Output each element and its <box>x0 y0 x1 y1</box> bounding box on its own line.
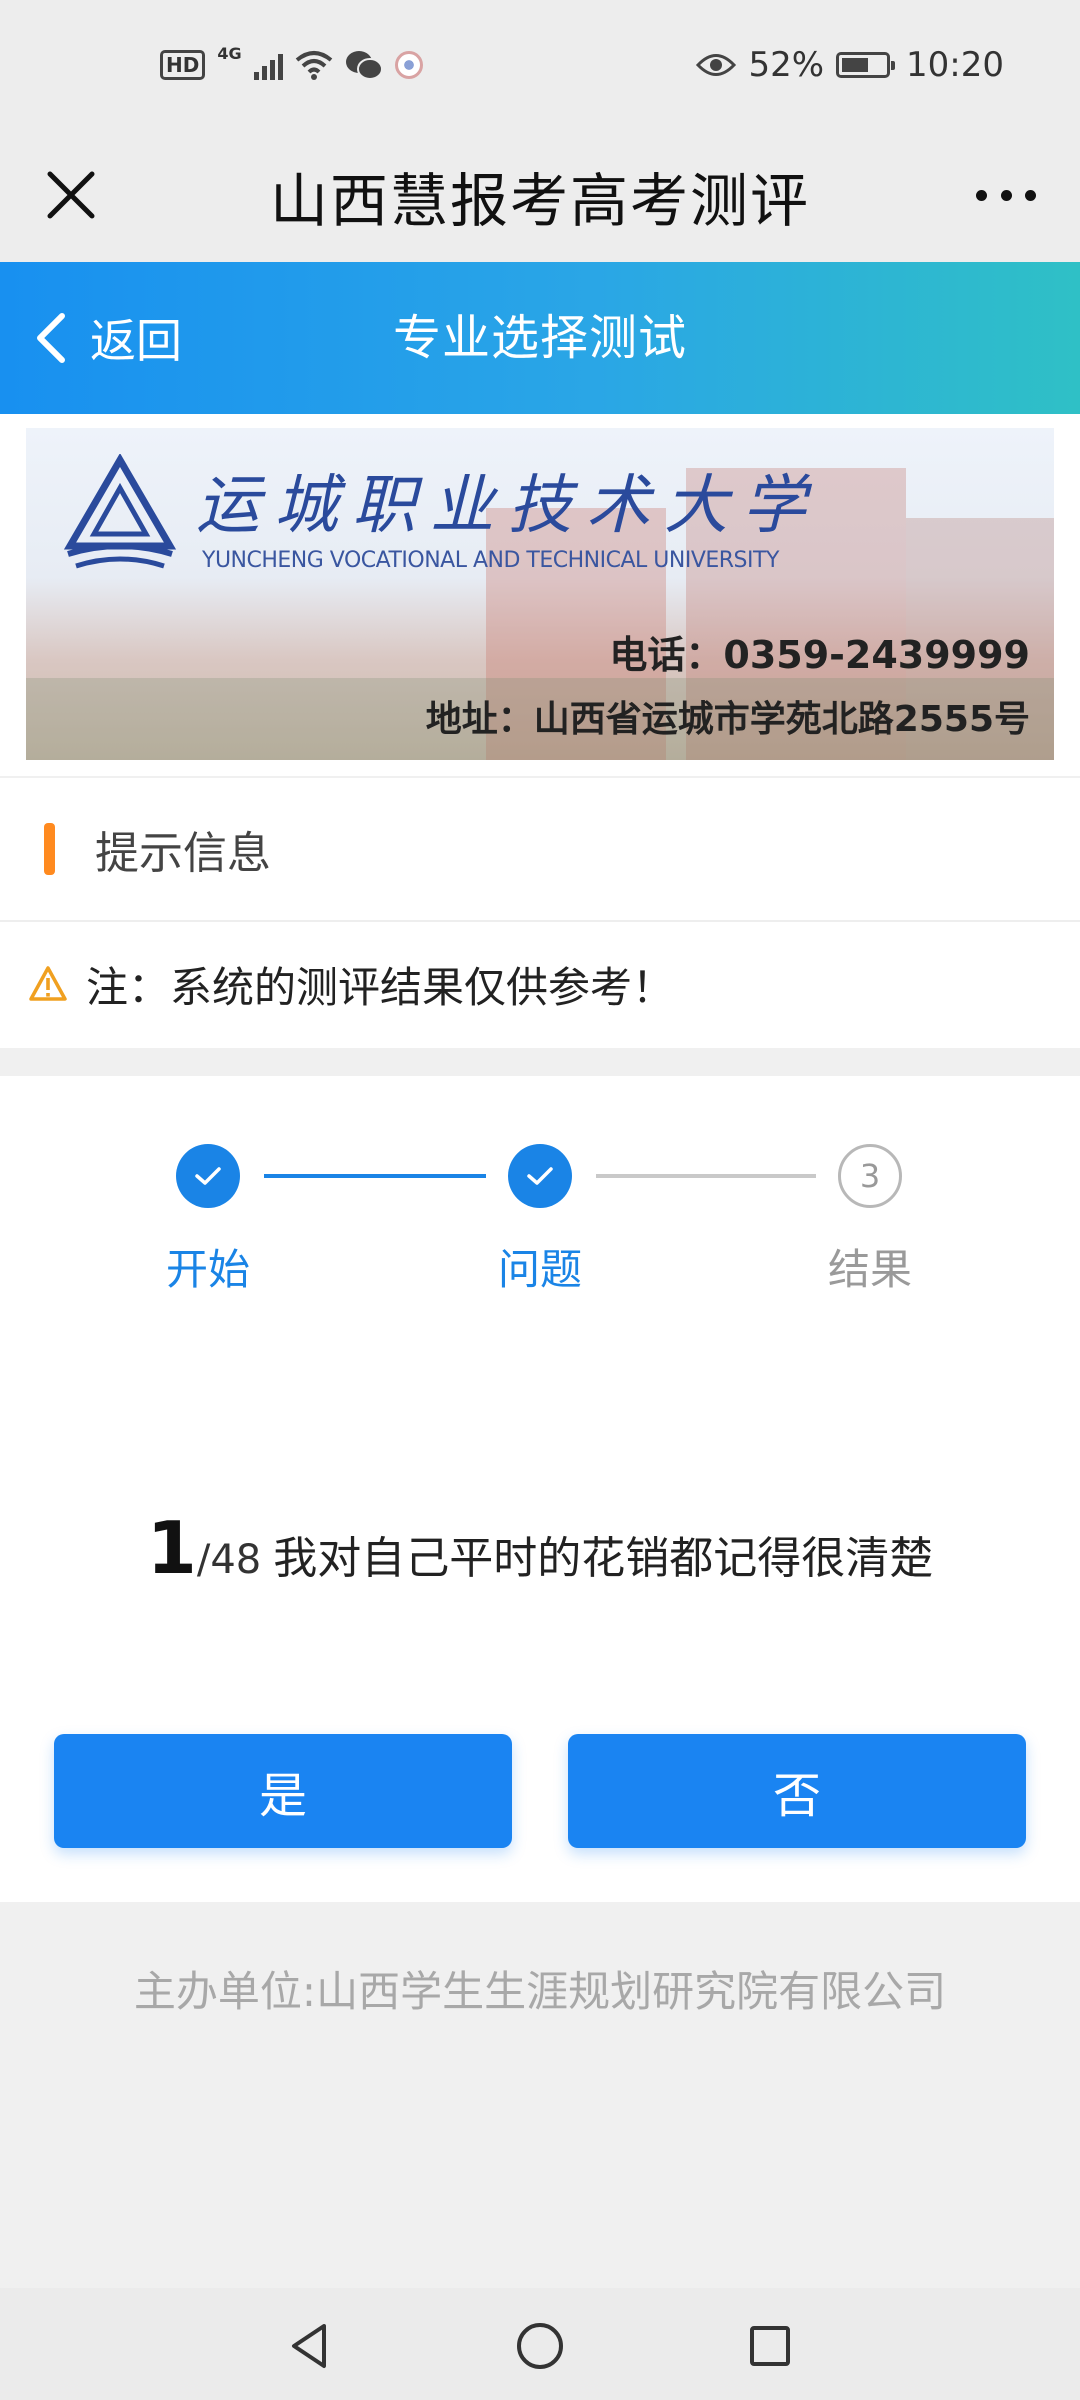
recents-square-icon[interactable] <box>740 2316 800 2376</box>
home-circle-icon[interactable] <box>510 2316 570 2376</box>
status-left: HD 4G <box>160 44 423 81</box>
battery-percent: 52% <box>748 45 825 85</box>
question-text: 我对自己平时的花销都记得很清楚 <box>273 1533 934 1584</box>
tips-card: 提示信息 注：系统的测评结果仅供参考！ <box>0 778 1080 1048</box>
school-address: 地址：山西省运城市学苑北路2555号 <box>425 699 1030 740</box>
question-total: /48 <box>196 1537 262 1583</box>
question-index: 1 <box>146 1506 197 1590</box>
organizer-footer: 主办单位:山西学生生涯规划研究院有限公司 <box>133 1967 947 2016</box>
back-triangle-icon[interactable] <box>280 2316 340 2376</box>
step-label-result: 结果 <box>827 1245 912 1294</box>
tips-text: 注：系统的测评结果仅供参考！ <box>86 962 675 1012</box>
status-right: 52% 10:20 <box>696 45 1004 85</box>
wechat-icon <box>345 49 383 81</box>
step-label-question: 问题 <box>497 1245 582 1294</box>
signal-icon <box>253 50 283 80</box>
step-result-number: 3 <box>838 1144 902 1208</box>
battery-icon <box>836 52 896 78</box>
eye-icon <box>696 52 737 78</box>
banner-section: 运城职业技术大学 YUNCHENG VOCATIONAL AND TECHNIC… <box>0 414 1080 776</box>
warning-icon <box>29 966 67 1001</box>
network-type: 4G <box>217 43 242 63</box>
step-start-check-icon <box>176 1144 240 1208</box>
no-button[interactable]: 否 <box>568 1734 1026 1848</box>
question-line: 1/48 我对自己平时的花销都记得很清楚 <box>0 1506 1080 1590</box>
step-question-check-icon <box>508 1144 572 1208</box>
step-line-done <box>264 1174 486 1178</box>
school-logo-icon <box>63 454 177 569</box>
wechat-page-title: 山西慧报考高考测评 <box>269 167 810 235</box>
progress-steps: 3 开始 问题 结果 <box>0 1076 1080 1316</box>
page-title: 专业选择测试 <box>392 310 687 366</box>
wifi-icon <box>295 50 333 80</box>
tips-body: 注：系统的测评结果仅供参考！ <box>0 922 1080 1046</box>
close-icon[interactable] <box>36 160 106 230</box>
app-icon <box>394 51 423 79</box>
page-header: 返回 专业选择测试 <box>0 262 1080 414</box>
wechat-nav-bar: 山西慧报考高考测评 <box>0 130 1080 262</box>
status-bar: HD 4G 52% 10:20 <box>0 0 1080 130</box>
tips-title: 提示信息 <box>95 828 271 879</box>
clock-time: 10:20 <box>906 45 1004 85</box>
test-card: 3 开始 问题 结果 1/48 我对自己平时的花销都记得很清楚 是 否 <box>0 1076 1080 1902</box>
yes-button[interactable]: 是 <box>54 1734 512 1848</box>
more-icon[interactable] <box>968 160 1044 230</box>
step-label-start: 开始 <box>165 1245 250 1294</box>
step-line-todo <box>596 1174 816 1178</box>
school-name-en: YUNCHENG VOCATIONAL AND TECHNICAL UNIVER… <box>202 548 779 573</box>
school-phone: 电话：0359-2439999 <box>609 633 1030 677</box>
android-nav-bar <box>0 2288 1080 2400</box>
tips-accent-bar <box>44 823 55 875</box>
school-banner: 运城职业技术大学 YUNCHENG VOCATIONAL AND TECHNIC… <box>26 428 1054 760</box>
hd-icon: HD <box>160 50 206 80</box>
tips-header: 提示信息 <box>0 778 1080 922</box>
school-name: 运城职业技术大学 <box>196 469 820 543</box>
